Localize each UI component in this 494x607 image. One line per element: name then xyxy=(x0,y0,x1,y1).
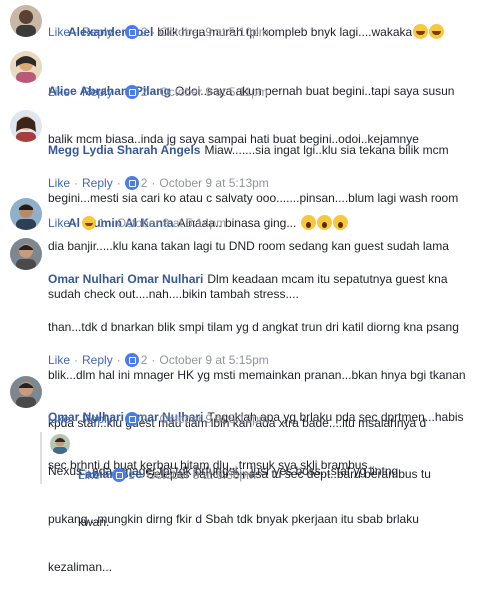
screaming-emoji-icon xyxy=(316,215,332,230)
avatar[interactable] xyxy=(50,434,70,454)
comment-body: Fabian Bee Selepas hancur binasa tu sec d… xyxy=(78,434,478,562)
avatar[interactable] xyxy=(10,198,42,230)
comment-meta: Like · Reply · 2 · October 9 at 5:10pm xyxy=(48,25,269,39)
reply-button[interactable]: Reply xyxy=(82,25,113,39)
comment-text: Miaw.......sia ingat lgi..klu sia tekana… xyxy=(204,143,449,157)
comment-text: than...tdk d bnarkan blik smpi tilam yg … xyxy=(48,320,459,334)
reaction-count[interactable]: 2 xyxy=(141,353,148,367)
laughing-emoji-icon xyxy=(429,24,445,39)
comment-meta: Like · Reply · 2 · October 9 at 5:18pm xyxy=(48,412,269,426)
like-reaction-icon[interactable] xyxy=(124,85,139,99)
like-button[interactable]: Like xyxy=(48,176,70,190)
like-button[interactable]: Like xyxy=(78,468,100,482)
comment-meta: Like · 1 · October 9 at 6:36pm xyxy=(78,468,257,482)
avatar[interactable] xyxy=(10,51,42,83)
avatar[interactable] xyxy=(10,376,42,408)
like-reaction-icon[interactable] xyxy=(124,25,139,39)
like-button[interactable]: Like xyxy=(48,85,70,99)
reaction-count[interactable]: 2 xyxy=(141,25,148,39)
avatar[interactable] xyxy=(10,238,42,270)
like-button[interactable]: Like xyxy=(48,25,70,39)
timestamp[interactable]: October 9 at 6:36pm xyxy=(147,468,256,482)
reply-button[interactable]: Reply xyxy=(82,85,113,99)
like-reaction-icon[interactable] xyxy=(124,412,139,426)
screaming-emoji-icon xyxy=(332,215,348,230)
comment-text: kwan. xyxy=(78,515,110,529)
comment-text: Dlm keadaan mcam itu sepatutnya guest kn… xyxy=(207,272,448,286)
comment-meta: Like · Reply · 2 · October 9 at 5:11pm xyxy=(48,85,268,99)
timestamp[interactable]: October 9 at 5:15pm xyxy=(159,353,268,367)
reaction-count[interactable]: 2 xyxy=(141,85,148,99)
laughing-emoji-icon xyxy=(413,24,429,39)
screaming-emoji-icon xyxy=(300,215,316,230)
like-button[interactable]: Like xyxy=(48,353,70,367)
reaction-count[interactable]: 1 xyxy=(128,468,135,482)
comment-feed: Alexander Joel bilik hrga murah tpi kompl… xyxy=(0,0,494,574)
timestamp[interactable]: October 9 at 5:10pm xyxy=(159,25,268,39)
comment-meta: Like · Reply · 2 · October 9 at 5:13pm xyxy=(48,176,269,190)
reply-button[interactable]: Reply xyxy=(82,353,113,367)
timestamp[interactable]: October 9 at 5:11pm xyxy=(159,85,268,99)
reaction-count[interactable]: 2 xyxy=(141,176,148,190)
reaction-count[interactable]: 1 xyxy=(98,216,105,230)
comment-author[interactable]: Megg Lydia Sharah Angels xyxy=(48,143,200,157)
like-reaction-icon[interactable] xyxy=(124,176,139,190)
like-reaction-icon[interactable] xyxy=(124,353,139,367)
reaction-count[interactable]: 2 xyxy=(141,412,148,426)
reply-thread-line xyxy=(40,432,42,484)
like-reaction-icon[interactable] xyxy=(112,468,127,482)
avatar[interactable] xyxy=(10,110,42,142)
comment-author[interactable]: Omar Nulhari Omar Nulhari xyxy=(48,272,203,286)
like-button[interactable]: Like xyxy=(48,216,70,230)
timestamp[interactable]: October 9 at 5:18pm xyxy=(159,412,268,426)
reply-button[interactable]: Reply xyxy=(82,176,113,190)
avatar[interactable] xyxy=(10,5,42,37)
comment-meta: Like · Reply · 2 · October 9 at 5:15pm xyxy=(48,353,269,367)
reply-button[interactable]: Reply xyxy=(82,412,113,426)
like-button[interactable]: Like xyxy=(48,412,70,426)
timestamp[interactable]: October 9 at 5:13pm xyxy=(159,176,268,190)
timestamp[interactable]: October 9 at 5:14pm xyxy=(117,216,226,230)
haha-reaction-icon[interactable] xyxy=(82,216,97,230)
comment-meta: Like · 1 · October 9 at 5:14pm xyxy=(48,216,227,230)
